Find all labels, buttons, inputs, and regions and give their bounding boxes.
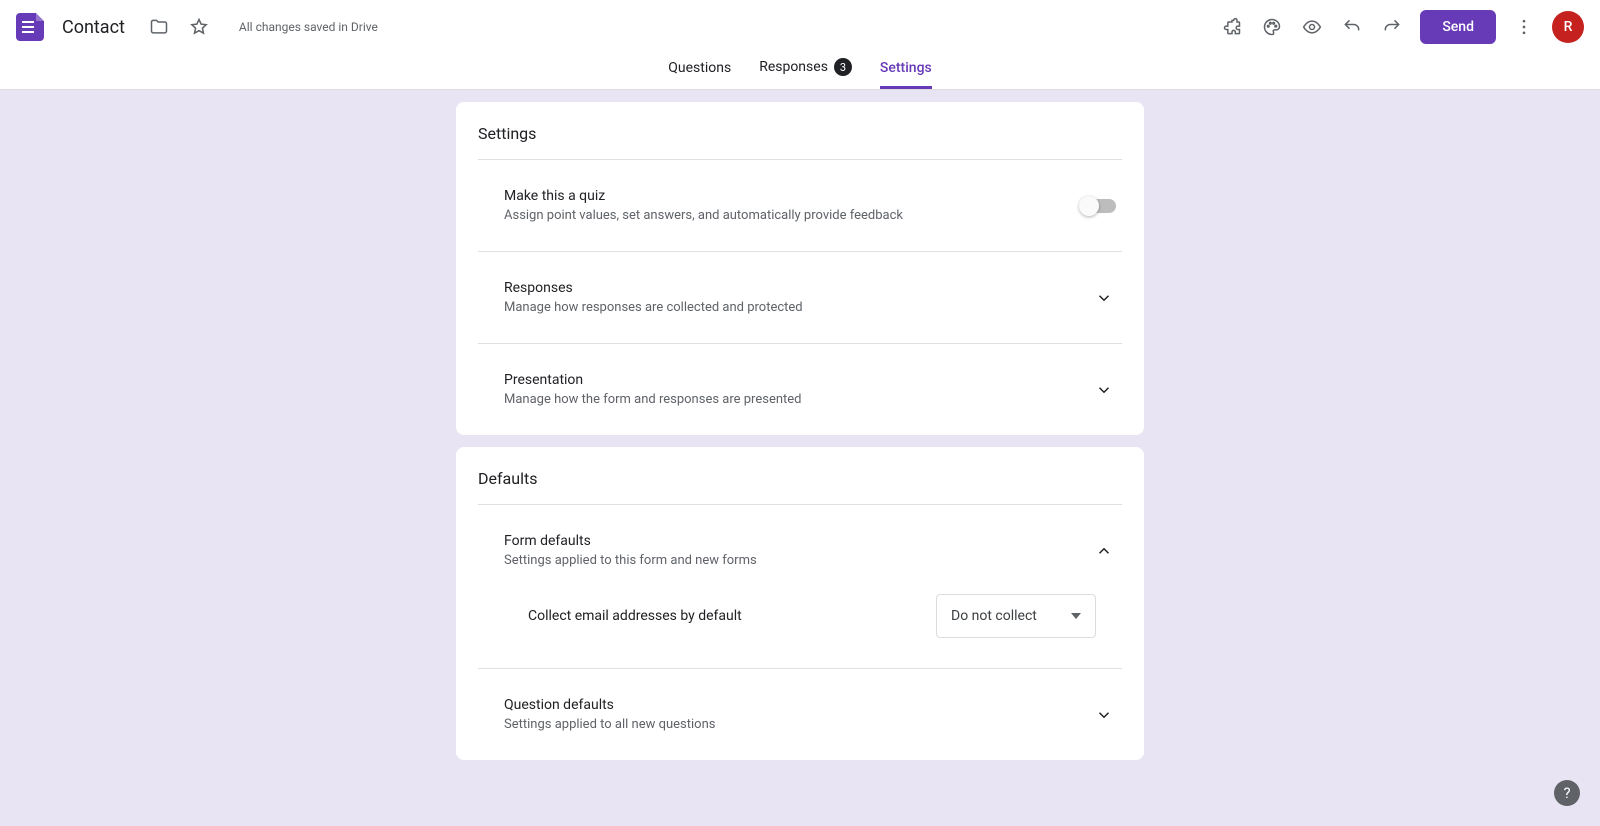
collect-email-value: Do not collect: [951, 608, 1037, 624]
save-status: All changes saved in Drive: [239, 20, 378, 34]
form-defaults-section[interactable]: Form defaults Settings applied to this f…: [478, 505, 1122, 576]
collect-email-select[interactable]: Do not collect: [936, 594, 1096, 638]
question-defaults-title: Question defaults: [504, 697, 715, 713]
responses-count-badge: 3: [834, 58, 852, 76]
document-title[interactable]: Contact: [62, 17, 125, 38]
tab-responses-label: Responses: [759, 59, 828, 75]
collect-email-row: Collect email addresses by default Do no…: [478, 576, 1122, 669]
question-defaults-desc: Settings applied to all new questions: [504, 717, 715, 732]
star-button[interactable]: [179, 7, 219, 47]
presentation-title: Presentation: [504, 372, 802, 388]
presentation-section[interactable]: Presentation Manage how the form and res…: [478, 344, 1122, 435]
tab-settings[interactable]: Settings: [880, 60, 932, 89]
responses-section[interactable]: Responses Manage how responses are colle…: [478, 252, 1122, 344]
customize-theme-button[interactable]: [1252, 7, 1292, 47]
responses-desc: Manage how responses are collected and p…: [504, 300, 803, 315]
form-defaults-collapse[interactable]: [1092, 539, 1116, 563]
quiz-section: Make this a quiz Assign point values, se…: [478, 160, 1122, 252]
quiz-desc: Assign point values, set answers, and au…: [504, 208, 903, 223]
chevron-down-icon: [1095, 706, 1113, 724]
preview-button[interactable]: [1292, 7, 1332, 47]
quiz-toggle[interactable]: [1082, 199, 1116, 213]
kebab-icon: [1514, 17, 1534, 37]
undo-icon: [1342, 17, 1362, 37]
eye-icon: [1302, 17, 1322, 37]
form-defaults-desc: Settings applied to this form and new fo…: [504, 553, 757, 568]
dropdown-caret-icon: [1071, 611, 1081, 621]
puzzle-icon: [1222, 17, 1242, 37]
redo-button[interactable]: [1372, 7, 1412, 47]
account-avatar[interactable]: R: [1552, 11, 1584, 43]
folder-icon: [149, 17, 169, 37]
presentation-desc: Manage how the form and responses are pr…: [504, 392, 802, 407]
help-button[interactable]: ?: [1554, 780, 1580, 806]
question-defaults-expand[interactable]: [1092, 703, 1116, 727]
responses-expand[interactable]: [1092, 286, 1116, 310]
addons-button[interactable]: [1212, 7, 1252, 47]
quiz-title: Make this a quiz: [504, 188, 903, 204]
tabs: Questions Responses 3 Settings: [0, 54, 1600, 90]
tab-responses[interactable]: Responses 3: [759, 58, 852, 89]
presentation-expand[interactable]: [1092, 378, 1116, 402]
tab-questions[interactable]: Questions: [668, 60, 731, 89]
chevron-down-icon: [1095, 381, 1113, 399]
redo-icon: [1382, 17, 1402, 37]
chevron-up-icon: [1095, 542, 1113, 560]
star-icon: [189, 17, 209, 37]
palette-icon: [1262, 17, 1282, 37]
collect-email-label: Collect email addresses by default: [528, 608, 742, 624]
more-options-button[interactable]: [1504, 7, 1544, 47]
responses-title: Responses: [504, 280, 803, 296]
defaults-card-title: Defaults: [478, 469, 1122, 505]
form-defaults-title: Form defaults: [504, 533, 757, 549]
settings-card: Settings Make this a quiz Assign point v…: [456, 102, 1144, 435]
move-to-folder-button[interactable]: [139, 7, 179, 47]
undo-button[interactable]: [1332, 7, 1372, 47]
settings-card-title: Settings: [478, 124, 1122, 160]
send-button[interactable]: Send: [1420, 10, 1496, 44]
chevron-down-icon: [1095, 289, 1113, 307]
forms-logo[interactable]: [16, 13, 44, 41]
question-defaults-section[interactable]: Question defaults Settings applied to al…: [478, 669, 1122, 760]
defaults-card: Defaults Form defaults Settings applied …: [456, 447, 1144, 760]
